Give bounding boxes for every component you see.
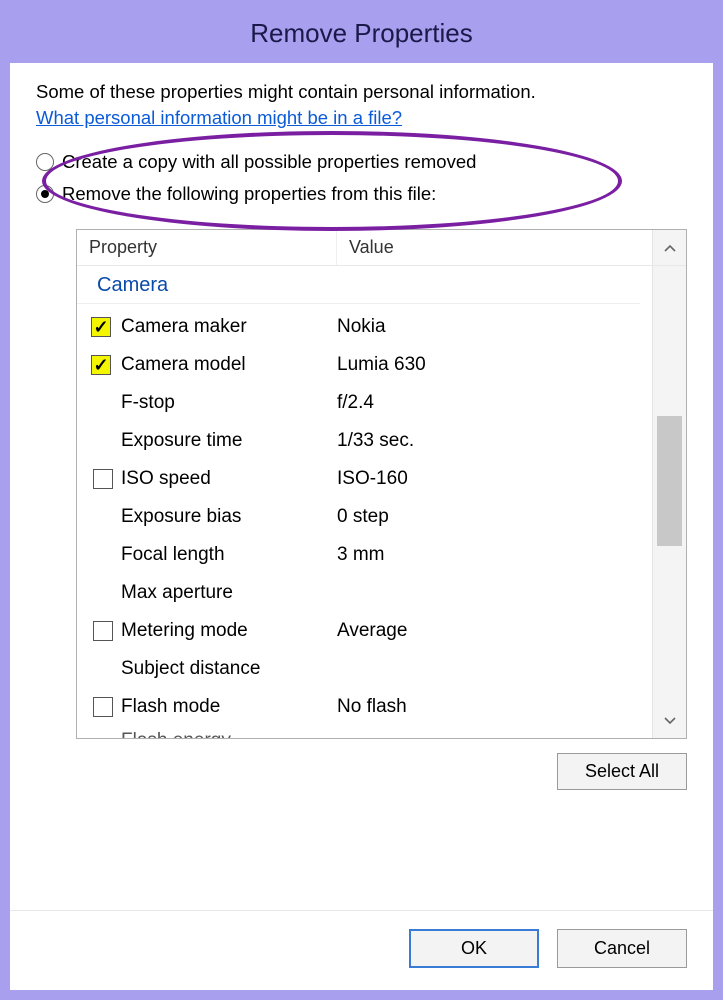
checkbox-icon[interactable]	[93, 697, 113, 717]
property-value: Lumia 630	[337, 354, 652, 376]
radio-label: Create a copy with all possible properti…	[62, 151, 476, 173]
rows-container: Camera Camera maker Nokia Camera model L…	[77, 266, 652, 738]
help-link[interactable]: What personal information might be in a …	[36, 107, 687, 129]
scroll-down-icon[interactable]	[653, 704, 686, 738]
property-value: f/2.4	[337, 392, 652, 414]
table-row[interactable]: Focal length 3 mm	[77, 536, 652, 574]
scrollbar[interactable]	[652, 266, 686, 738]
scrollbar-thumb[interactable]	[657, 416, 682, 546]
intro-text: Some of these properties might contain p…	[36, 81, 687, 103]
scrollbar-track[interactable]	[653, 266, 686, 704]
dialog-footer: OK Cancel	[10, 910, 713, 990]
titlebar: Remove Properties	[10, 10, 713, 63]
property-label: Flash energy	[121, 730, 337, 738]
table-row[interactable]: Subject distance	[77, 650, 652, 688]
property-value: Nokia	[337, 316, 652, 338]
annotation-ellipse	[42, 131, 622, 231]
property-label: Exposure bias	[121, 506, 337, 528]
radio-label: Remove the following properties from thi…	[62, 183, 436, 205]
checkbox-icon[interactable]	[93, 469, 113, 489]
property-label: Camera model	[121, 354, 337, 376]
property-label: F-stop	[121, 392, 337, 414]
list-header: Property Value	[77, 230, 686, 266]
property-label: Flash mode	[121, 696, 337, 718]
select-all-button[interactable]: Select All	[557, 753, 687, 790]
ok-button[interactable]: OK	[409, 929, 539, 968]
table-row[interactable]: ISO speed ISO-160	[77, 460, 652, 498]
property-value: ISO-160	[337, 468, 652, 490]
property-value: 0 step	[337, 506, 652, 528]
table-row[interactable]: Camera maker Nokia	[77, 308, 652, 346]
table-row[interactable]: Exposure bias 0 step	[77, 498, 652, 536]
table-row[interactable]: Exposure time 1/33 sec.	[77, 422, 652, 460]
property-value: No flash	[337, 696, 652, 718]
table-row[interactable]: Camera model Lumia 630	[77, 346, 652, 384]
property-label: Exposure time	[121, 430, 337, 452]
property-label: ISO speed	[121, 468, 337, 490]
property-value: 3 mm	[337, 544, 652, 566]
checkbox-icon[interactable]	[93, 621, 113, 641]
radio-icon	[36, 153, 54, 171]
property-label: Max aperture	[121, 582, 337, 604]
property-label: Focal length	[121, 544, 337, 566]
checkbox-icon[interactable]	[91, 355, 111, 375]
radio-icon	[36, 185, 54, 203]
radio-option-remove-selected[interactable]: Remove the following properties from thi…	[36, 183, 687, 205]
table-row[interactable]: Flash mode No flash	[77, 688, 652, 726]
table-row[interactable]: Max aperture	[77, 574, 652, 612]
checkbox-icon[interactable]	[91, 317, 111, 337]
property-label: Metering mode	[121, 620, 337, 642]
group-camera: Camera	[77, 266, 640, 304]
table-row[interactable]: Metering mode Average	[77, 612, 652, 650]
scroll-up-icon[interactable]	[652, 230, 686, 265]
property-label: Camera maker	[121, 316, 337, 338]
column-header-value[interactable]: Value	[337, 230, 652, 265]
table-row[interactable]: Flash energy	[77, 726, 652, 738]
cancel-button[interactable]: Cancel	[557, 929, 687, 968]
property-value: Average	[337, 620, 652, 642]
radio-option-create-copy[interactable]: Create a copy with all possible properti…	[36, 151, 687, 173]
properties-list: Property Value Camera Camera maker Nokia	[76, 229, 687, 739]
table-row[interactable]: F-stop f/2.4	[77, 384, 652, 422]
property-label: Subject distance	[121, 658, 337, 680]
dialog-title: Remove Properties	[10, 18, 713, 49]
remove-properties-dialog: Remove Properties Some of these properti…	[10, 10, 713, 990]
radio-group: Create a copy with all possible properti…	[36, 151, 687, 215]
property-value: 1/33 sec.	[337, 430, 652, 452]
column-header-property[interactable]: Property	[77, 230, 337, 265]
